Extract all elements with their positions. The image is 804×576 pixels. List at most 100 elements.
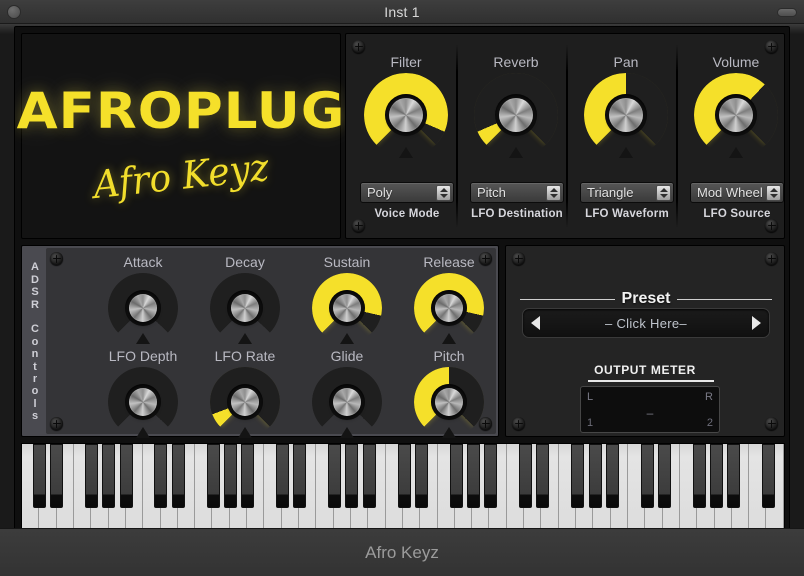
adsr-label-char: S — [31, 286, 39, 299]
piano-black-key[interactable] — [640, 444, 654, 508]
piano-black-key[interactable] — [84, 444, 98, 508]
knob-reverb[interactable] — [469, 68, 563, 162]
lfo-source-caption: LFO Source — [703, 208, 771, 220]
piano-black-key[interactable] — [414, 444, 428, 508]
knob-pointer — [442, 333, 456, 344]
lfo-waveform-caption: LFO Waveform — [585, 208, 669, 220]
knob-sustain[interactable] — [307, 268, 387, 348]
preset-prev-icon[interactable] — [531, 316, 540, 330]
knob-pointer — [729, 147, 743, 158]
piano-black-key[interactable] — [519, 444, 533, 508]
output-meter: L R – 1 2 — [580, 386, 720, 433]
piano-black-key[interactable] — [345, 444, 359, 508]
piano-black-key[interactable] — [50, 444, 64, 508]
knob-cap — [231, 294, 259, 322]
knob-cell-filter: Filter — [356, 54, 456, 162]
piano-black-key[interactable] — [275, 444, 289, 508]
screw-icon — [765, 40, 778, 53]
knob-cell-glide: Glide — [292, 348, 402, 442]
screw-icon — [765, 417, 778, 430]
piano-black-key[interactable] — [727, 444, 741, 508]
piano-black-key[interactable] — [206, 444, 220, 508]
piano-black-key[interactable] — [119, 444, 133, 508]
knob-release[interactable] — [409, 268, 489, 348]
knob-cap — [435, 388, 463, 416]
piano-black-key[interactable] — [657, 444, 671, 508]
piano-black-key[interactable] — [328, 444, 342, 508]
piano-black-key[interactable] — [536, 444, 550, 508]
chevron-up-icon — [769, 188, 778, 192]
lfo-destination-value: Pitch — [477, 185, 506, 200]
knob-pointer — [442, 427, 456, 438]
selector-lfo-source: Mod Wheel LFO Source — [690, 182, 784, 220]
knob-filter[interactable] — [359, 68, 453, 162]
knob-pitch[interactable] — [409, 362, 489, 442]
lfo-destination-spinner[interactable] — [546, 185, 561, 201]
lfo-waveform-dropdown[interactable]: Triangle — [580, 182, 674, 203]
preset-header: Preset — [520, 290, 773, 308]
knob-cap — [333, 388, 361, 416]
lfo-waveform-spinner[interactable] — [656, 185, 671, 201]
knob-cell-sustain: Sustain — [292, 254, 402, 348]
logo-panel: AFROPLUG Afro Keyz — [17, 33, 344, 239]
voice-mode-spinner[interactable] — [436, 185, 451, 201]
knob-pointer — [619, 147, 633, 158]
piano-black-key[interactable] — [293, 444, 307, 508]
knob-volume[interactable] — [689, 68, 783, 162]
adsr-label-char — [33, 311, 36, 323]
plugin-surface: AFROPLUG Afro Keyz Filter Reverb Pan Vol… — [14, 26, 790, 552]
lfo-source-dropdown[interactable]: Mod Wheel — [690, 182, 784, 203]
preset-selector[interactable]: – Click Here– — [522, 308, 770, 338]
chevron-down-icon — [769, 194, 778, 198]
lfo-destination-dropdown[interactable]: Pitch — [470, 182, 564, 203]
selector-lfo-destination: Pitch LFO Destination — [470, 182, 564, 220]
knob-pan[interactable] — [579, 68, 673, 162]
piano-black-key[interactable] — [362, 444, 376, 508]
adsr-label-char: A — [31, 261, 39, 274]
knob-cap — [499, 98, 533, 132]
adsr-label-char: t — [33, 360, 37, 373]
screw-icon — [765, 219, 778, 232]
piano-black-key[interactable] — [466, 444, 480, 508]
piano-black-key[interactable] — [692, 444, 706, 508]
preset-next-icon[interactable] — [752, 316, 761, 330]
knob-decay[interactable] — [205, 268, 285, 348]
knob-cap — [129, 294, 157, 322]
adsr-label-char: o — [31, 385, 39, 398]
knob-pointer — [509, 147, 523, 158]
voice-mode-caption: Voice Mode — [374, 208, 440, 220]
knob-lfo-rate[interactable] — [205, 362, 285, 442]
piano-black-key[interactable] — [154, 444, 168, 508]
piano-black-key[interactable] — [32, 444, 46, 508]
piano-black-key[interactable] — [762, 444, 776, 508]
chevron-down-icon — [549, 194, 558, 198]
footer-bar: Afro Keyz — [0, 528, 804, 576]
piano-black-key[interactable] — [484, 444, 498, 508]
titlebar-left-button[interactable] — [7, 5, 21, 19]
adsr-label-char: D — [31, 273, 39, 286]
screw-icon — [352, 219, 365, 232]
adsr-label-char: C — [31, 323, 39, 336]
screw-icon — [50, 417, 63, 430]
screw-icon — [50, 252, 63, 265]
piano-black-key[interactable] — [223, 444, 237, 508]
piano-black-key[interactable] — [571, 444, 585, 508]
knob-cap — [333, 294, 361, 322]
meter-channel-2: 2 — [706, 417, 713, 429]
voice-mode-dropdown[interactable]: Poly — [360, 182, 454, 203]
knob-label-pan: Pan — [613, 54, 639, 70]
piano-black-key[interactable] — [171, 444, 185, 508]
piano-black-key[interactable] — [102, 444, 116, 508]
piano-black-key[interactable] — [588, 444, 602, 508]
knob-label-volume: Volume — [712, 54, 760, 70]
piano-black-key[interactable] — [241, 444, 255, 508]
piano-black-key[interactable] — [605, 444, 619, 508]
piano-black-key[interactable] — [397, 444, 411, 508]
lfo-source-spinner[interactable] — [766, 185, 781, 201]
knob-lfo-depth[interactable] — [103, 362, 183, 442]
titlebar-right-button[interactable] — [777, 8, 797, 17]
knob-glide[interactable] — [307, 362, 387, 442]
piano-black-key[interactable] — [710, 444, 724, 508]
piano-black-key[interactable] — [449, 444, 463, 508]
knob-attack[interactable] — [103, 268, 183, 348]
